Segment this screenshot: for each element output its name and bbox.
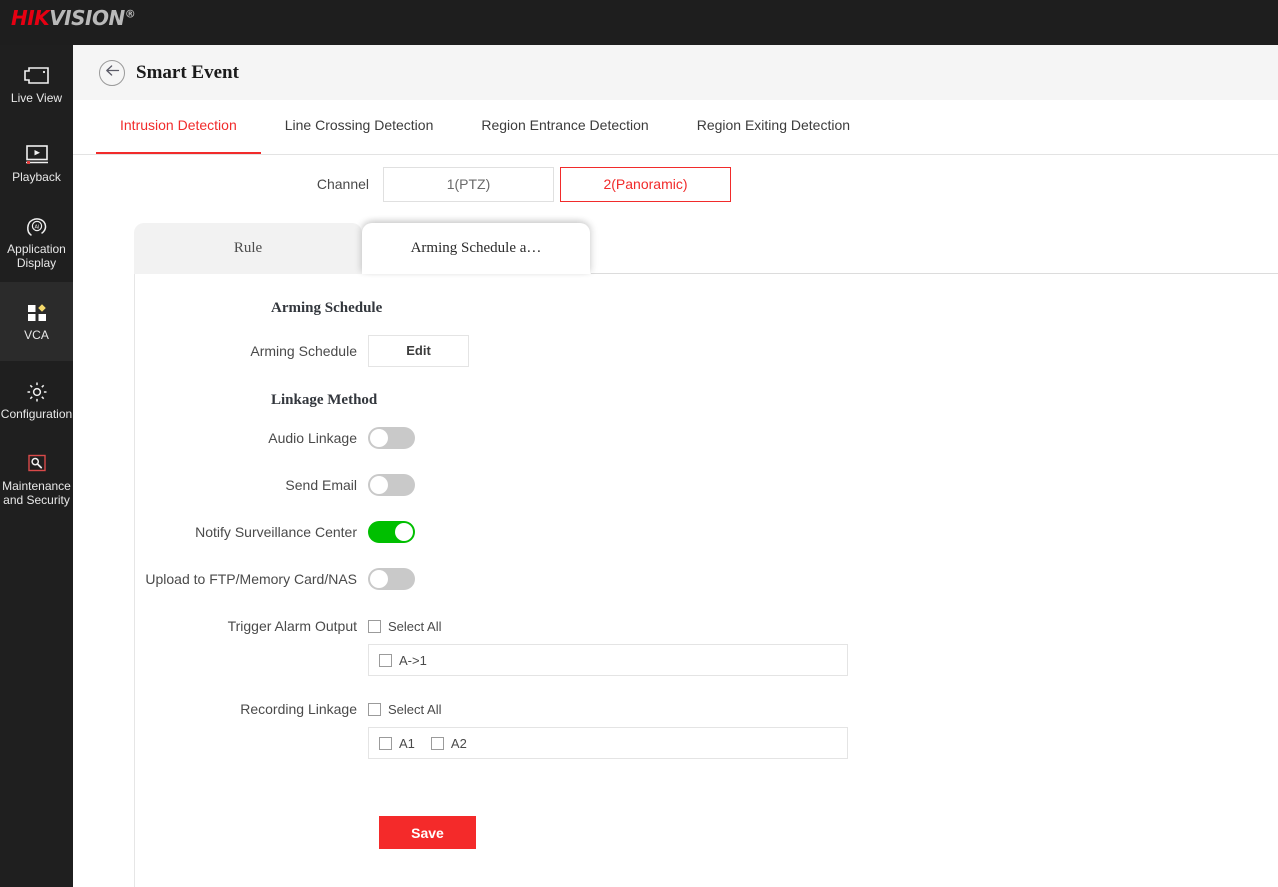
detection-tabs: Intrusion Detection Line Crossing Detect… — [73, 100, 1278, 155]
label-trigger-alarm-output: Trigger Alarm Output — [135, 615, 368, 634]
toggle-audio-linkage[interactable] — [368, 427, 415, 449]
content-area: Intrusion Detection Line Crossing Detect… — [73, 100, 1278, 887]
row-arming-schedule: Arming Schedule Edit — [135, 335, 1278, 367]
settings-subtabs: Rule Arming Schedule a… — [134, 223, 1278, 274]
sidebar-item-live-view[interactable]: Live View — [0, 45, 73, 124]
toggle-notify-surveillance-center[interactable] — [368, 521, 415, 543]
save-row: Save — [135, 816, 1278, 849]
row-send-email: Send Email — [135, 474, 1278, 496]
sidebar-label-application-display: Application Display — [7, 243, 66, 270]
toggle-knob — [370, 429, 388, 447]
trigger-alarm-item[interactable]: A->1 — [379, 649, 427, 671]
label-trigger-alarm-a-1: A->1 — [399, 653, 427, 668]
checkbox-recording-a2[interactable] — [431, 737, 444, 750]
back-button[interactable] — [99, 60, 125, 86]
play-icon — [25, 143, 49, 167]
toggle-knob — [395, 523, 413, 541]
logo-vision: VISION — [49, 6, 125, 30]
page-title: Smart Event — [136, 62, 239, 84]
tab-intrusion-detection[interactable]: Intrusion Detection — [96, 100, 261, 154]
row-recording-linkage: Recording Linkage Select All A1 — [135, 698, 1278, 759]
sidebar: Live View Playback AI Application Displa… — [0, 45, 73, 887]
settings-panel-body: Arming Schedule Arming Schedule Edit Lin… — [134, 273, 1278, 887]
top-bar: HIKVISION® — [0, 0, 1278, 45]
sidebar-item-maintenance-and-security[interactable]: Maintenance and Security — [0, 440, 73, 519]
label-recording-a2: A2 — [451, 736, 467, 751]
save-button[interactable]: Save — [379, 816, 476, 849]
toggle-send-email[interactable] — [368, 474, 415, 496]
label-arming-schedule: Arming Schedule — [135, 343, 368, 359]
sidebar-label-maintenance-and-security: Maintenance and Security — [2, 480, 71, 507]
sidebar-item-playback[interactable]: Playback — [0, 124, 73, 203]
sidebar-label-playback: Playback — [12, 171, 61, 185]
sidebar-label-live-view: Live View — [11, 92, 62, 106]
label-notify-surveillance-center: Notify Surveillance Center — [135, 524, 368, 540]
section-title-linkage-method: Linkage Method — [271, 392, 1278, 409]
logo-registered-mark: ® — [125, 7, 136, 20]
label-upload-to-ftp: Upload to FTP/Memory Card/NAS — [135, 571, 368, 587]
svg-text:AI: AI — [34, 224, 39, 230]
subtab-arming-schedule-and-linkage[interactable]: Arming Schedule a… — [362, 223, 590, 274]
row-upload-to-ftp: Upload to FTP/Memory Card/NAS — [135, 568, 1278, 590]
subtab-rule[interactable]: Rule — [134, 223, 362, 274]
trigger-alarm-select-all-line[interactable]: Select All — [368, 615, 848, 637]
label-recording-a1: A1 — [399, 736, 415, 751]
logo-hik: HIK — [11, 6, 49, 30]
sidebar-item-configuration[interactable]: Configuration — [0, 361, 73, 440]
sidebar-label-configuration: Configuration — [1, 408, 72, 422]
toggle-upload-to-ftp[interactable] — [368, 568, 415, 590]
recording-linkage-group: Select All A1 A2 — [368, 698, 848, 759]
toggle-knob — [370, 476, 388, 494]
label-audio-linkage: Audio Linkage — [135, 430, 368, 446]
grid-icon — [25, 301, 49, 325]
channel-row: Channel 1(PTZ) 2(Panoramic) — [73, 155, 1278, 213]
camera-icon — [24, 64, 50, 88]
recording-select-all-line[interactable]: Select All — [368, 698, 848, 720]
channel-option-1-ptz[interactable]: 1(PTZ) — [383, 167, 554, 202]
channel-option-2-panoramic[interactable]: 2(Panoramic) — [560, 167, 731, 202]
tab-line-crossing-detection[interactable]: Line Crossing Detection — [261, 100, 458, 154]
tab-region-entrance-detection[interactable]: Region Entrance Detection — [457, 100, 672, 154]
tab-region-exiting-detection[interactable]: Region Exiting Detection — [673, 100, 874, 154]
sidebar-item-application-display[interactable]: AI Application Display — [0, 203, 73, 282]
checkbox-trigger-alarm-select-all[interactable] — [368, 620, 381, 633]
label-trigger-alarm-select-all: Select All — [388, 619, 441, 634]
recording-item[interactable]: A1 — [379, 732, 415, 754]
trigger-alarm-output-group: Select All A->1 — [368, 615, 848, 676]
toggle-knob — [370, 570, 388, 588]
channel-label: Channel — [73, 176, 383, 192]
section-title-arming-schedule: Arming Schedule — [271, 300, 1278, 317]
row-notify-surveillance-center: Notify Surveillance Center — [135, 521, 1278, 543]
hikvision-logo: HIKVISION® — [11, 6, 135, 30]
label-send-email: Send Email — [135, 477, 368, 493]
checkbox-trigger-alarm-a-1[interactable] — [379, 654, 392, 667]
row-trigger-alarm-output: Trigger Alarm Output Select All A->1 — [135, 615, 1278, 676]
label-recording-linkage: Recording Linkage — [135, 698, 368, 717]
back-arrow-icon — [105, 64, 120, 82]
sidebar-item-vca[interactable]: VCA — [0, 282, 73, 361]
settings-panel: Rule Arming Schedule a… Arming Schedule … — [73, 223, 1278, 887]
checkbox-recording-a1[interactable] — [379, 737, 392, 750]
trigger-alarm-output-list: A->1 — [368, 644, 848, 676]
app-root: HIKVISION® Live View Playback AI Applica… — [0, 0, 1278, 887]
recording-linkage-list: A1 A2 — [368, 727, 848, 759]
label-recording-select-all: Select All — [388, 702, 441, 717]
gear-icon — [26, 380, 48, 404]
wrench-magnifier-icon — [26, 452, 48, 476]
recording-item[interactable]: A2 — [431, 732, 467, 754]
sidebar-label-vca: VCA — [24, 329, 49, 343]
ai-head-icon: AI — [25, 215, 49, 239]
checkbox-recording-select-all[interactable] — [368, 703, 381, 716]
edit-arming-schedule-button[interactable]: Edit — [368, 335, 469, 367]
page-header: Smart Event — [73, 45, 1278, 100]
row-audio-linkage: Audio Linkage — [135, 427, 1278, 449]
